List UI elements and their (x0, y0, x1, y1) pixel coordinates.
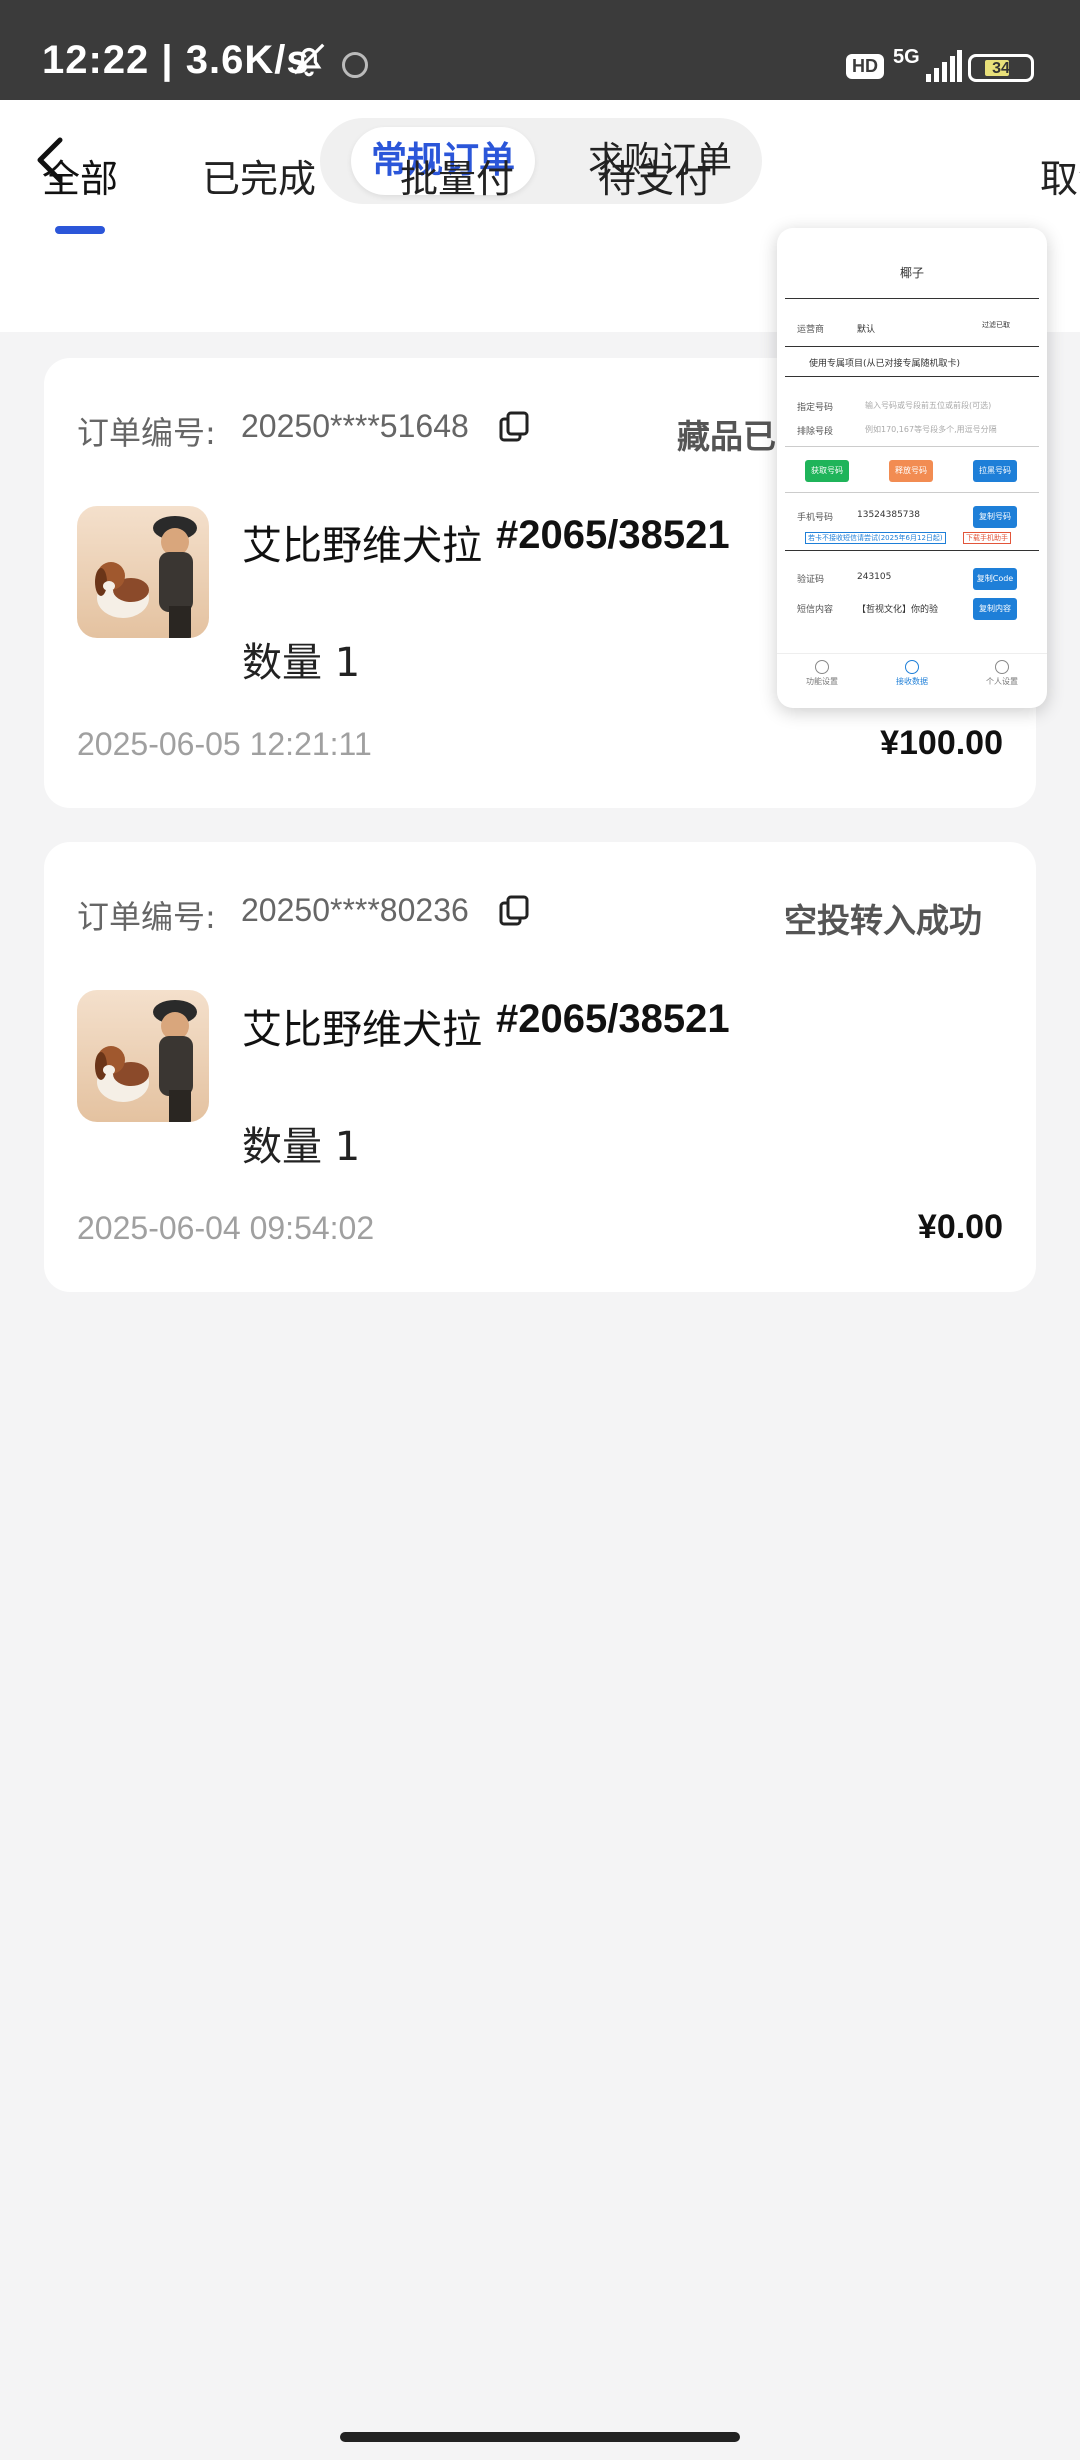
sms-label: 短信内容 (797, 605, 834, 615)
nav-personal-settings[interactable]: 个人设置 (967, 676, 1037, 687)
code-label: 验证码 (797, 575, 825, 585)
phone-label: 手机号码 (797, 513, 834, 523)
divider (785, 446, 1039, 447)
status-bar: 12:22 | 3.6K/s HD 5G 34 (0, 0, 1080, 100)
exclude-prefix-input[interactable]: 例如170,167等号段多个,用逗号分隔 (865, 424, 997, 435)
home-indicator[interactable] (340, 2432, 740, 2442)
copy-icon[interactable] (497, 894, 531, 928)
specify-number-label: 指定号码 (797, 403, 834, 413)
signal-icon (926, 50, 962, 82)
copy-phone-button[interactable]: 复制号码 (973, 506, 1017, 528)
copy-code-button[interactable]: 复制Code (973, 568, 1017, 590)
tab-active-indicator (55, 226, 105, 234)
filter-checkbox[interactable]: 过滤已取 (982, 320, 1010, 330)
tab-all[interactable]: 全部 (42, 148, 118, 203)
collectible-thumbnail[interactable] (77, 506, 209, 638)
notice-left[interactable]: 若卡不接收短信请尝试(2025年6月12日起) (805, 532, 946, 544)
collectible-image (77, 506, 209, 638)
copy-icon[interactable] (497, 410, 531, 444)
block-number-button[interactable]: 拉黑号码 (973, 460, 1017, 482)
phone-value: 13524385738 (857, 510, 920, 520)
code-value: 243105 (857, 572, 892, 582)
floating-window-title: 椰子 (899, 266, 924, 280)
divider (785, 298, 1039, 299)
edition-number: #2065/38521 (496, 513, 730, 557)
nav-function-settings[interactable]: 功能设置 (787, 676, 857, 687)
order-time: 2025-06-05 12:21:11 (77, 726, 372, 762)
status-tabs: 全部 已完成 批量付 待支付 取消 (0, 148, 1080, 228)
battery-icon: 34 (968, 54, 1034, 82)
order-number-label: 订单编号: (77, 898, 216, 936)
divider (785, 346, 1039, 347)
order-number: 20250****51648 (241, 408, 469, 444)
copy-sms-button[interactable]: 复制内容 (973, 598, 1017, 620)
tab-batch-pay[interactable]: 批量付 (400, 148, 514, 203)
sync-icon (342, 52, 368, 78)
collectible-title: 艾比野维犬拉 (242, 523, 482, 569)
get-number-button[interactable]: 获取号码 (805, 460, 849, 482)
order-number-label: 订单编号: (77, 414, 216, 452)
floating-window-nav: 功能设置 接收数据 个人设置 (777, 653, 1047, 708)
collectible-image (77, 990, 209, 1122)
order-card[interactable]: 订单编号: 20250****80236 空投转入成功 艾比野维犬拉 #2065… (44, 842, 1036, 1292)
operator-label: 运营商 (797, 325, 825, 335)
gear-icon (995, 660, 1009, 674)
divider (785, 550, 1039, 551)
sms-value: 【哲视文化】你的验 (857, 605, 939, 615)
tab-completed[interactable]: 已完成 (202, 148, 316, 203)
order-status: 空投转入成功 (784, 901, 982, 940)
divider (785, 376, 1039, 377)
bell-muted-icon (293, 43, 325, 77)
collectible-title: 艾比野维犬拉 (242, 1007, 482, 1053)
hd-badge: HD (846, 54, 884, 79)
order-time: 2025-06-04 09:54:02 (77, 1210, 375, 1246)
search-icon (815, 660, 829, 674)
quantity: 数量 1 (242, 1124, 361, 1170)
order-status: 藏品已 (677, 417, 776, 456)
network-type: 5G (893, 46, 920, 68)
specify-number-input[interactable]: 输入号码或号段前五位或前段(可选) (865, 400, 991, 411)
status-time: 12:22 | 3.6K/s (42, 38, 310, 82)
exclude-prefix-label: 排除号段 (797, 427, 834, 437)
order-number: 20250****80236 (241, 892, 469, 928)
floating-window[interactable]: 椰子 运营商 默认 过滤已取 使用专属项目(从已对接专属随机取卡) 指定号码 输… (777, 228, 1047, 708)
notice-right[interactable]: 下载手机助手 (963, 532, 1011, 544)
tab-pending-payment[interactable]: 待支付 (598, 148, 712, 203)
home-icon (905, 660, 919, 674)
operator-value[interactable]: 默认 (857, 322, 875, 335)
order-price: ¥100.00 (880, 724, 1003, 762)
order-price: ¥0.00 (917, 1208, 1003, 1246)
divider (785, 492, 1039, 493)
release-number-button[interactable]: 释放号码 (889, 460, 933, 482)
tab-cancelled[interactable]: 取消 (1040, 148, 1080, 203)
battery-level: 34 (992, 60, 1010, 77)
quantity: 数量 1 (242, 640, 361, 686)
use-project-checkbox[interactable]: 使用专属项目(从已对接专属随机取卡) (809, 356, 960, 369)
nav-receive-data[interactable]: 接收数据 (877, 676, 947, 687)
edition-number: #2065/38521 (496, 997, 730, 1041)
collectible-thumbnail[interactable] (77, 990, 209, 1122)
